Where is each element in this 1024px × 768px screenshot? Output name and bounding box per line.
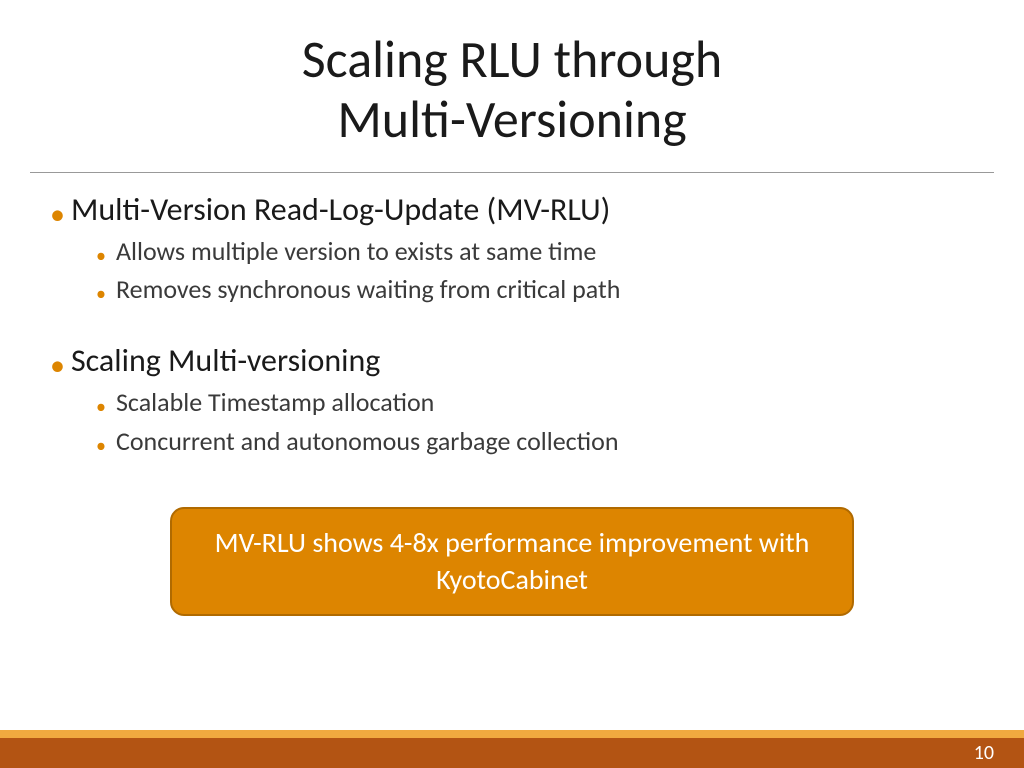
- bullet-icon: •: [96, 284, 106, 304]
- bullet-icon: •: [50, 351, 65, 381]
- slide-content: • Multi-Version Read-Log-Update (MV-RLU)…: [0, 173, 1024, 617]
- bullet-level-2: • Allows multiple version to exists at s…: [96, 235, 974, 268]
- bullet-icon: •: [96, 436, 106, 456]
- page-number: 10: [974, 741, 994, 765]
- bullet-text: Concurrent and autonomous garbage collec…: [116, 425, 619, 458]
- title-line-2: Multi-Versioning: [0, 90, 1024, 150]
- slide-title: Scaling RLU through Multi-Versioning: [0, 0, 1024, 160]
- bullet-text: Multi-Version Read-Log-Update (MV-RLU): [71, 191, 610, 229]
- footer-stripe-accent: [0, 730, 1024, 738]
- bullet-level-2: • Removes synchronous waiting from criti…: [96, 273, 974, 306]
- bullet-text: Scalable Timestamp allocation: [116, 386, 434, 419]
- bullet-icon: •: [50, 200, 65, 230]
- footer-stripe-main: 10: [0, 738, 1024, 768]
- bullet-text: Allows multiple version to exists at sam…: [116, 235, 596, 268]
- bullet-icon: •: [96, 397, 106, 417]
- footer-stripe: 10: [0, 730, 1024, 768]
- bullet-level-2: • Scalable Timestamp allocation: [96, 386, 974, 419]
- callout-text: MV-RLU shows 4-8x performance improvemen…: [202, 525, 822, 598]
- bullet-level-1: • Multi-Version Read-Log-Update (MV-RLU): [50, 191, 974, 229]
- callout-box: MV-RLU shows 4-8x performance improvemen…: [170, 507, 854, 616]
- bullet-level-2: • Concurrent and autonomous garbage coll…: [96, 425, 974, 458]
- bullet-icon: •: [96, 246, 106, 266]
- title-line-1: Scaling RLU through: [0, 30, 1024, 90]
- bullet-level-1: • Scaling Multi-versioning: [50, 342, 974, 380]
- bullet-text: Removes synchronous waiting from critica…: [116, 273, 620, 306]
- bullet-text: Scaling Multi-versioning: [71, 342, 380, 380]
